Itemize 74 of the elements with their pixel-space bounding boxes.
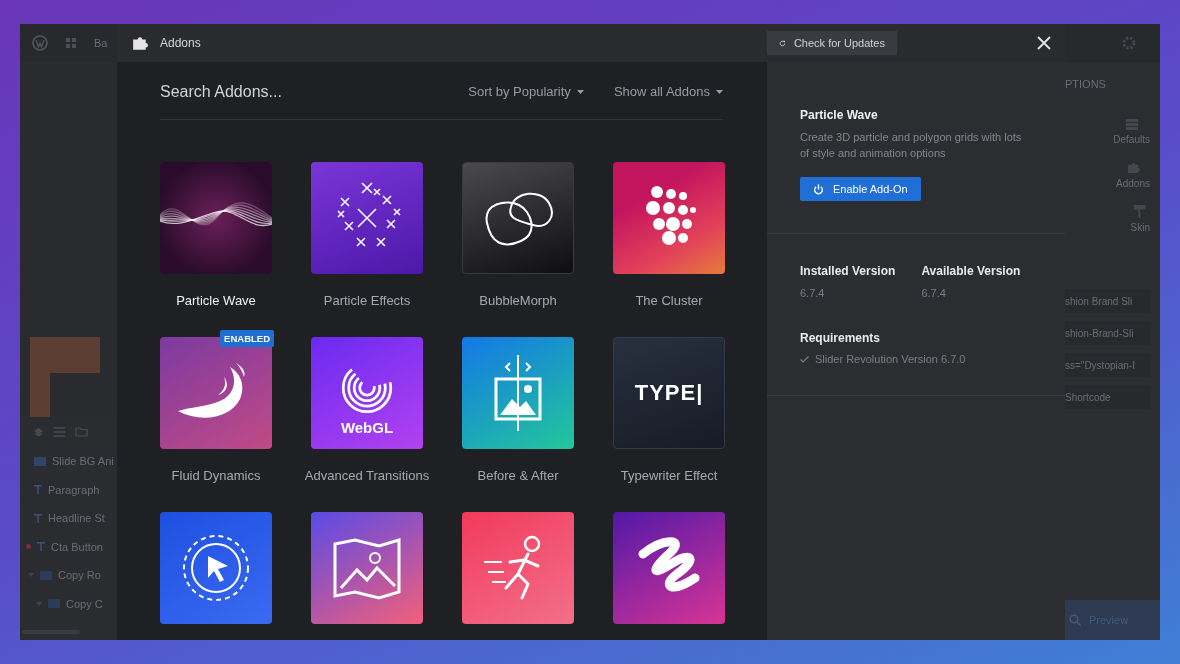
menu-text[interactable]: Ba (94, 37, 108, 49)
addon-thumbnail[interactable] (613, 162, 725, 274)
addon-name[interactable]: Fluid Dynamics (171, 468, 261, 483)
layer-name: Paragraph (48, 483, 100, 496)
stack-icon (1125, 118, 1138, 130)
text-field[interactable]: ss="Dystopian-I (1065, 353, 1150, 377)
caret-icon (576, 89, 584, 94)
dialog-title: Addons (160, 36, 201, 50)
option-button[interactable]: Addons (1116, 161, 1150, 189)
search-icon (1069, 614, 1081, 626)
layer-name: Copy Ro (58, 569, 101, 582)
search-field[interactable]: Search Addons... (160, 82, 439, 101)
addon-description: Create 3D particle and polygon grids with lots of style and animation options (800, 130, 1023, 161)
filter-dropdown[interactable]: Show all Addons (613, 84, 723, 99)
power-icon (813, 183, 824, 195)
requirements-heading: Requirements (800, 331, 881, 345)
version-value: 6.7.4 (800, 287, 826, 299)
addon-thumbnail[interactable]: WebGL (311, 337, 423, 449)
addon-thumbnail[interactable] (160, 512, 272, 624)
text-field[interactable]: Shortcode (1065, 385, 1150, 409)
container-layer-icon (48, 599, 60, 609)
paint-roller-icon (1134, 205, 1147, 218)
addon-thumbnail[interactable]: TYPE| (613, 337, 725, 449)
layer-item[interactable]: Slide BG Ani (20, 447, 117, 476)
addon-name[interactable]: Particle Wave (176, 293, 256, 308)
close-icon[interactable] (1037, 36, 1051, 50)
text-layer-icon (34, 513, 42, 523)
addon-thumbnail[interactable] (311, 512, 423, 624)
addon-name[interactable]: Typewriter Effect (620, 468, 718, 483)
container-layer-icon (40, 570, 52, 580)
text-field[interactable]: shion-Brand-Sli (1065, 321, 1150, 345)
logo-icon[interactable] (32, 35, 48, 51)
layer-name: Headline St (48, 512, 105, 525)
addon-thumbnail[interactable] (462, 337, 574, 449)
status-badge: ENABLED (220, 330, 274, 347)
addon-thumbnail[interactable] (462, 512, 574, 624)
layer-item[interactable]: Copy Ro (20, 561, 117, 590)
option-button[interactable]: Defaults (1113, 118, 1150, 145)
addon-name[interactable]: Particle Effects (323, 293, 411, 308)
layer-item[interactable]: Headline St (20, 504, 117, 533)
addon-name[interactable]: The Cluster (635, 293, 703, 308)
layer-name: Cta Button (51, 540, 103, 553)
sort-dropdown[interactable]: Sort by Popularity (468, 84, 584, 99)
puzzle-icon (1126, 161, 1140, 174)
text-layer-icon (34, 485, 42, 495)
addon-thumbnail[interactable] (613, 512, 725, 624)
addon-thumbnail[interactable] (160, 337, 272, 449)
version-label: Available Version (921, 264, 1021, 278)
addon-title: Particle Wave (800, 108, 878, 122)
option-button[interactable]: Skin (1130, 205, 1150, 233)
caret-icon (716, 89, 723, 94)
addon-thumbnail[interactable] (160, 162, 272, 274)
version-value: 6.7.4 (921, 287, 947, 299)
text-layer-icon (37, 542, 45, 552)
text-field[interactable]: shion Brand Sli (1065, 289, 1150, 313)
artwork-text: WebGL (340, 418, 394, 436)
version-label: Installed Version (800, 264, 896, 278)
enable-button[interactable]: Enable Add-On (800, 177, 921, 201)
artwork-text: TYPE| (634, 380, 704, 406)
section-heading: PTIONS (1065, 78, 1107, 90)
layer-item[interactable]: Paragraph (20, 475, 117, 504)
addon-name[interactable]: Before & After (477, 468, 559, 483)
addon-thumbnail[interactable] (311, 162, 423, 274)
layer-name: Copy C (66, 597, 103, 610)
check-updates-button[interactable]: Check for Updates (767, 31, 897, 55)
addon-name[interactable]: BubbleMorph (479, 293, 557, 308)
requirement-text: Slider Revolution Version 6.7.0 (815, 353, 966, 365)
layer-name: Slide BG Ani (52, 455, 114, 468)
addon-thumbnail[interactable] (462, 162, 574, 274)
addon-name[interactable]: Advanced Transitions (304, 468, 430, 483)
puzzle-icon (132, 35, 148, 51)
layer-item[interactable]: Cta Button (20, 532, 117, 561)
image-layer-icon (34, 456, 46, 466)
layer-item[interactable]: Copy C (20, 589, 117, 618)
